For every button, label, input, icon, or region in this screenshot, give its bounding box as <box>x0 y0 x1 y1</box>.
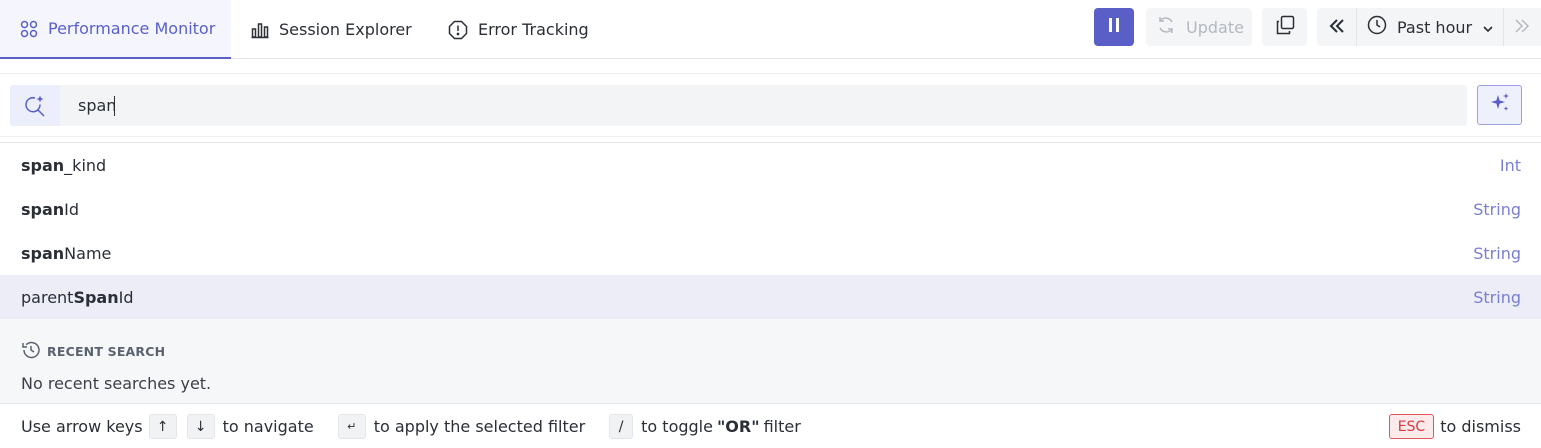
hint-text: Use arrow keys <box>21 417 143 436</box>
suggestion-item-selected[interactable]: parentSpanId String <box>0 275 1541 319</box>
time-range-select[interactable]: Past hour <box>1357 8 1504 46</box>
grid-icon <box>20 20 38 38</box>
copy-icon <box>1275 15 1295 39</box>
suggestion-type: String <box>1473 287 1521 307</box>
suggestion-type: String <box>1473 199 1521 219</box>
suggestion-item[interactable]: span_kind Int <box>0 143 1541 187</box>
arrow-down-key: ↓ <box>186 414 215 439</box>
hint-text: to toggle <box>641 417 713 436</box>
update-button[interactable]: Update <box>1146 8 1252 46</box>
enter-key: ↵ <box>337 414 366 439</box>
suggestion-type: Int <box>1499 155 1521 175</box>
clock-icon <box>1367 15 1387 39</box>
suggestion-item[interactable]: spanName String <box>0 231 1541 275</box>
history-icon <box>21 340 41 363</box>
time-range-group: Past hour <box>1317 8 1541 46</box>
tab-error-tracking[interactable]: Error Tracking <box>448 0 589 59</box>
keyboard-hints: Use arrow keys ↑ ↓ to navigate ↵ to appl… <box>0 403 1541 448</box>
recent-search-section: RECENT SEARCH No recent searches yet. <box>0 319 1541 403</box>
alert-octagon-icon <box>448 20 468 40</box>
tab-label: Performance Monitor <box>48 19 216 38</box>
suggestion-key: spanName <box>21 243 112 263</box>
update-label: Update <box>1186 17 1244 37</box>
divider <box>0 60 1541 74</box>
chevrons-left-icon <box>1329 18 1345 37</box>
previous-range-button[interactable] <box>1317 8 1357 46</box>
hint-text-or: "OR" <box>716 417 760 436</box>
top-bar: Performance Monitor Session Explorer Err… <box>0 0 1541 59</box>
esc-key: ESC <box>1388 414 1435 439</box>
text-cursor <box>114 96 115 116</box>
suggestion-dropdown: span_kind Int spanId String spanName Str… <box>0 142 1541 448</box>
suggestion-item[interactable]: spanId String <box>0 187 1541 231</box>
ai-search-icon <box>10 85 60 126</box>
tab-session-explorer[interactable]: Session Explorer <box>251 0 412 59</box>
chevrons-right-icon <box>1514 18 1530 37</box>
search-input[interactable] <box>78 85 1458 126</box>
suggestion-key: parentSpanId <box>21 287 134 307</box>
tab-label: Error Tracking <box>478 20 589 39</box>
next-range-button[interactable] <box>1504 8 1540 46</box>
recent-search-heading: RECENT SEARCH <box>21 340 165 363</box>
hint-text: to dismiss <box>1440 417 1521 436</box>
search-bar <box>10 85 1467 126</box>
copy-button[interactable] <box>1262 8 1307 46</box>
arrow-up-key: ↑ <box>148 414 177 439</box>
hint-text: filter <box>763 417 801 436</box>
suggestion-type: String <box>1473 243 1521 263</box>
hint-text: to apply the selected filter <box>373 417 586 436</box>
slash-key: / <box>609 414 634 439</box>
sparkles-icon <box>1489 92 1511 118</box>
pause-button[interactable] <box>1094 8 1134 46</box>
suggestion-key: span_kind <box>21 155 107 175</box>
tab-label: Session Explorer <box>279 20 412 39</box>
pause-icon <box>1107 17 1121 37</box>
tab-performance-monitor[interactable]: Performance Monitor <box>0 0 231 59</box>
refresh-icon <box>1156 15 1176 39</box>
suggestion-key: spanId <box>21 199 80 219</box>
hint-text: to navigate <box>222 417 314 436</box>
chevron-down-icon <box>1482 18 1494 37</box>
ai-assist-button[interactable] <box>1477 85 1522 125</box>
bar-chart-icon <box>251 21 269 39</box>
recent-empty-text: No recent searches yet. <box>21 374 212 393</box>
time-range-label: Past hour <box>1397 17 1473 37</box>
